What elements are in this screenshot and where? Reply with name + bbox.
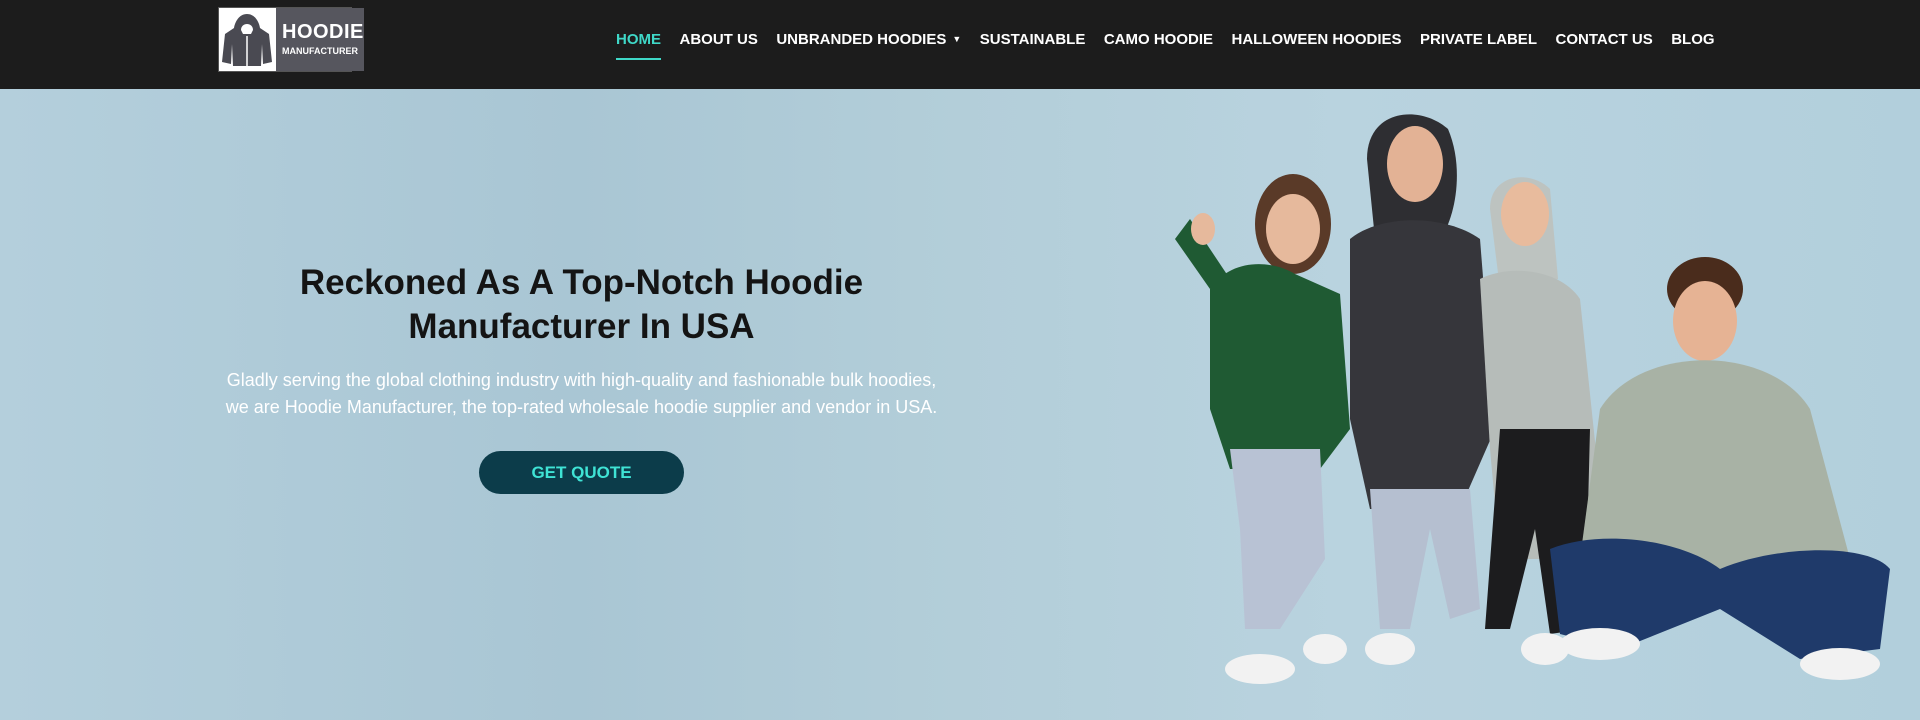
caret-down-icon: ▼ [952, 34, 962, 44]
hero-photo-group [1175, 114, 1890, 684]
logo-title: HOODIE [282, 21, 364, 43]
nav-halloween-hoodies[interactable]: HALLOWEEN HOODIES [1232, 29, 1402, 50]
nav-about[interactable]: ABOUT US [680, 29, 758, 50]
logo-subtitle: MANUFACTURER [282, 46, 358, 56]
nav-unbranded-hoodies[interactable]: UNBRANDED HOODIES ▼ [776, 29, 961, 50]
nav-blog[interactable]: BLOG [1671, 29, 1714, 50]
site-header: HOODIE MANUFACTURER HOME ABOUT US UNBRAN… [0, 0, 1920, 89]
person-green-hoodie [1175, 174, 1350, 684]
site-logo[interactable]: HOODIE MANUFACTURER [218, 7, 364, 72]
hero-subtitle: Gladly serving the global clothing indus… [225, 370, 938, 417]
nav-contact-us[interactable]: CONTACT US [1555, 29, 1652, 50]
nav-camo-hoodie[interactable]: CAMO HOODIE [1104, 29, 1213, 50]
hero-title: Reckoned As A Top-Notch Hoodie Manufactu… [218, 261, 945, 349]
nav-sustainable[interactable]: SUSTAINABLE [980, 29, 1086, 50]
hero-title-line1: Reckoned As A Top-Notch Hoodie [299, 263, 864, 302]
get-quote-button[interactable]: GET QUOTE [479, 451, 684, 494]
nav-private-label[interactable]: PRIVATE LABEL [1420, 29, 1537, 50]
person-sage-hoodie [1550, 257, 1890, 680]
hero-title-line2: Manufacturer In USA [408, 307, 755, 346]
nav-unbranded-label: UNBRANDED HOODIES [776, 31, 947, 48]
nav-home[interactable]: HOME [616, 29, 661, 60]
person-dark-hoodie [1350, 114, 1495, 665]
hero-banner: Reckoned As A Top-Notch Hoodie Manufactu… [0, 89, 1920, 720]
main-nav: HOME ABOUT US UNBRANDED HOODIES ▼ SUSTAIN… [616, 29, 1733, 60]
hoodie-icon [219, 8, 276, 71]
logo-wordmark: HOODIE MANUFACTURER [276, 8, 364, 71]
hero-content: Reckoned As A Top-Notch Hoodie Manufactu… [218, 261, 945, 494]
